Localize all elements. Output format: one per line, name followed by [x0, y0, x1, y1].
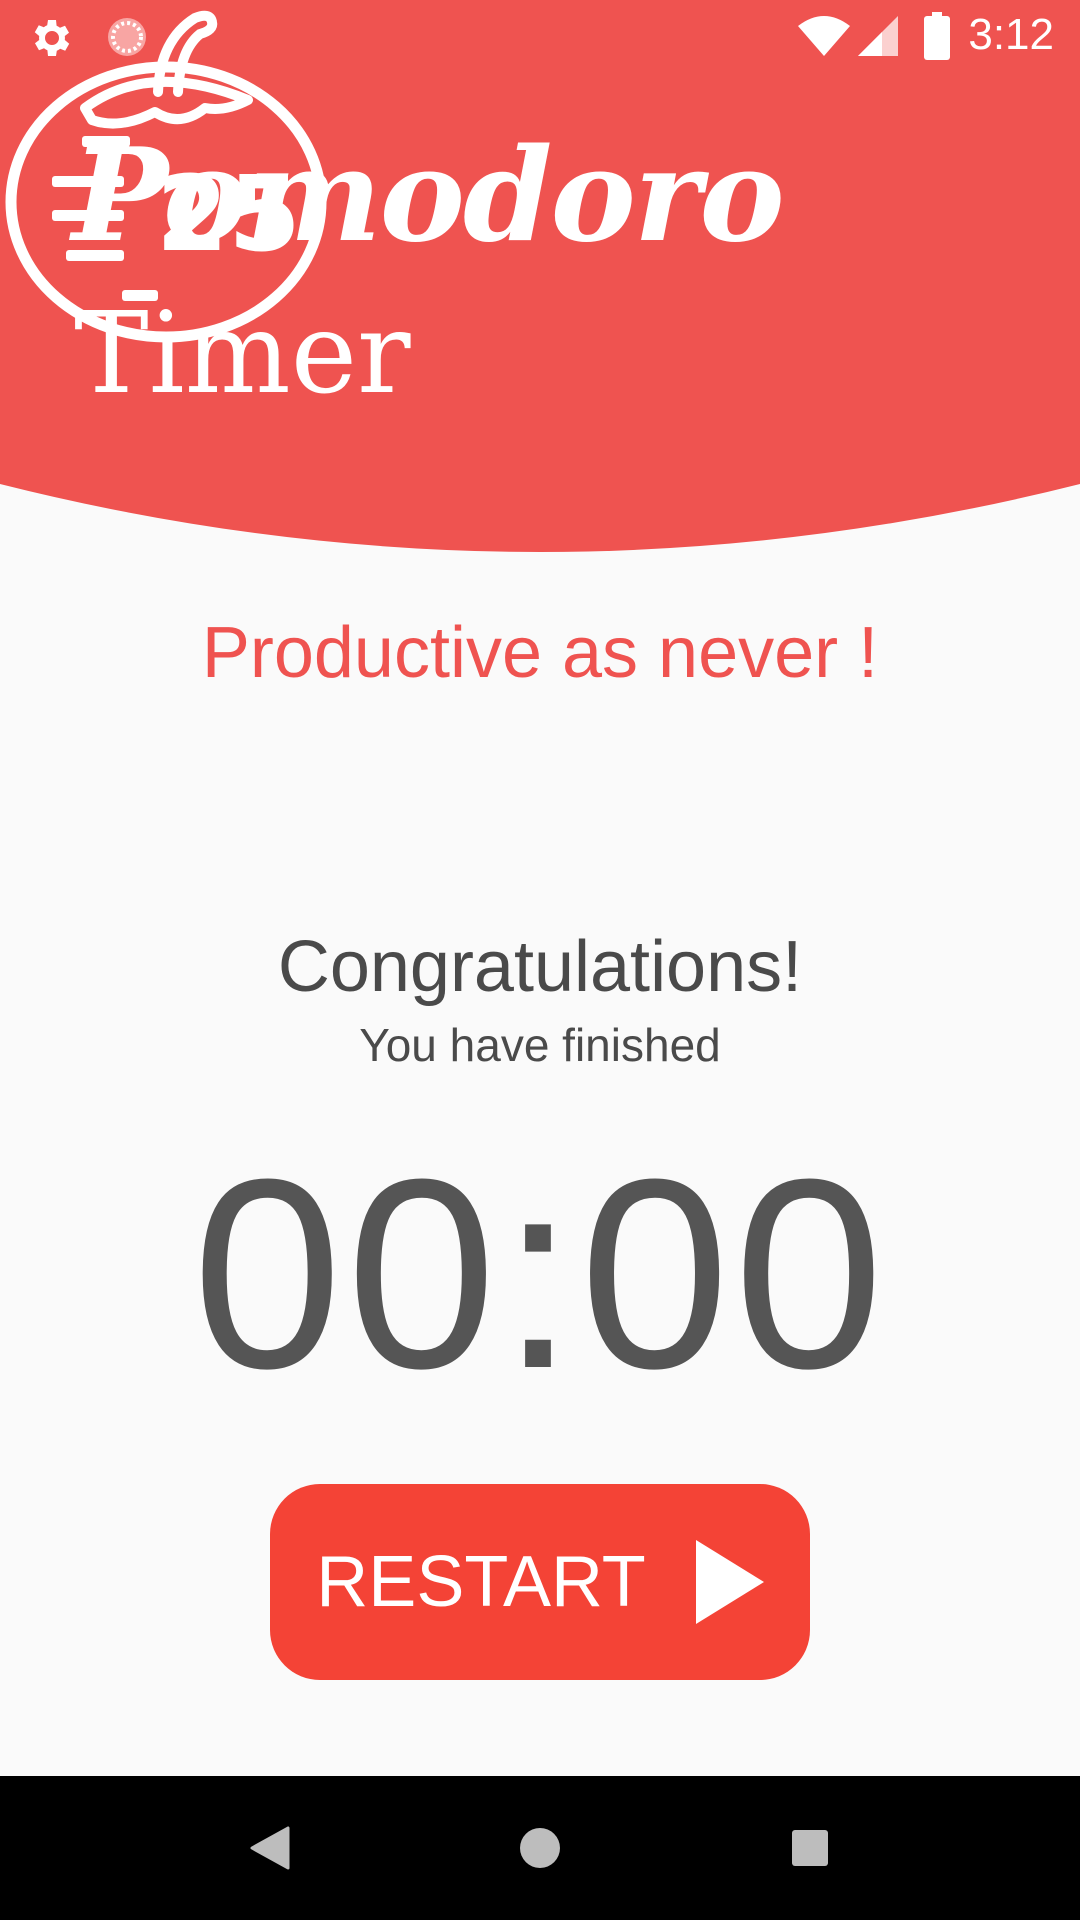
congrats-subtitle: You have finished — [359, 1019, 721, 1071]
tagline: Productive as never ! — [201, 613, 879, 693]
back-button[interactable] — [190, 1776, 350, 1920]
recents-button[interactable] — [730, 1776, 890, 1920]
back-icon — [250, 1826, 290, 1870]
signal-icon — [858, 16, 898, 56]
status-time: 3:12 — [968, 10, 1054, 59]
recents-icon — [792, 1830, 828, 1866]
restart-label: RESTART — [316, 1542, 646, 1622]
wifi-icon — [798, 16, 850, 56]
play-icon — [695, 1540, 764, 1624]
restart-button[interactable]: RESTART — [270, 1484, 810, 1680]
navigation-bar — [0, 1776, 1080, 1920]
battery-icon — [924, 12, 950, 60]
gear-icon[interactable] — [28, 14, 76, 62]
status-bar: 3:12 — [0, 0, 1080, 72]
congrats-heading: Congratulations! — [277, 927, 803, 1007]
app-screen: Pomodoro Timer 25 3:12 Productive as nev… — [0, 0, 1080, 1920]
loading-icon — [108, 18, 146, 56]
header: Pomodoro Timer 25 — [0, 0, 1080, 560]
home-icon — [520, 1828, 560, 1868]
timer-display: 00:00 — [192, 1124, 888, 1425]
logo-number: 25 — [156, 153, 301, 275]
home-button[interactable] — [460, 1776, 620, 1920]
